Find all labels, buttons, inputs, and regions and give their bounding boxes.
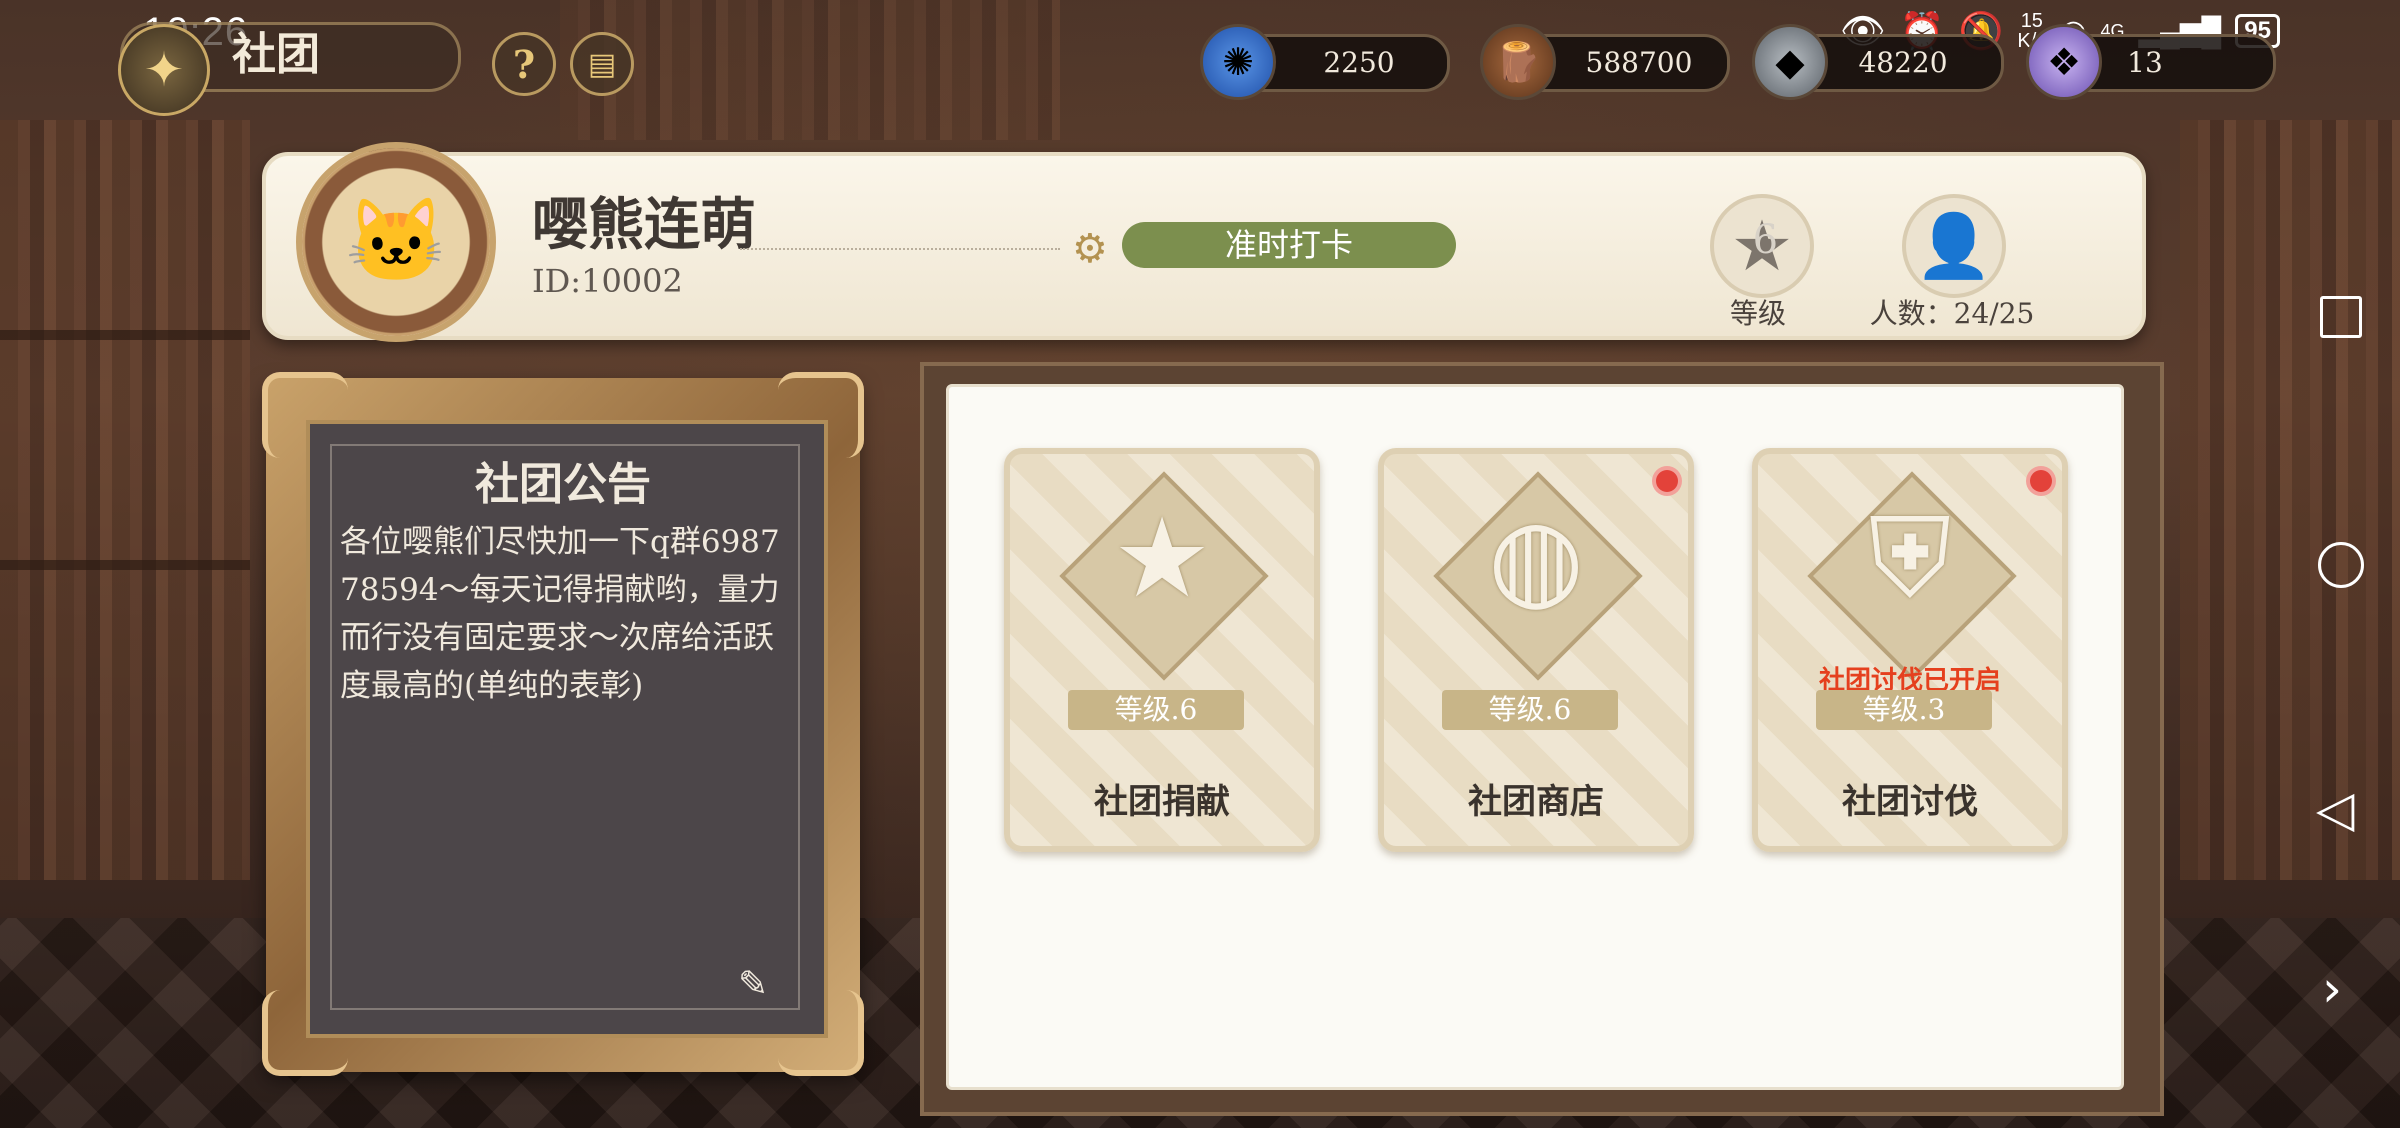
shelf-divider [0, 330, 250, 340]
card-level-tag: 等级.3 [1816, 690, 1992, 730]
bookshelf-top [560, 0, 1060, 140]
person-icon: 👤 [1915, 209, 1993, 282]
announcement-text: 各位嘤熊们尽快加一下q群698778594～每天记得捐献哟，量力而行没有固定要求… [340, 524, 780, 704]
wood-log-icon: 🪵 [1480, 24, 1556, 100]
help-button[interactable]: ? [492, 32, 556, 96]
cat-avatar-icon: 🐱 [344, 194, 448, 289]
checkin-button[interactable]: 准时打卡 [1122, 222, 1456, 268]
crystal-icon: ❖ [2026, 24, 2102, 100]
card-title: 社团捐献 [1094, 782, 1230, 822]
notification-dot [2030, 470, 2052, 492]
dotted-divider [740, 248, 1060, 250]
card-shop[interactable]: ◍ 等级.6 社团商店 [1378, 448, 1694, 852]
members-button[interactable]: 👤 [1902, 194, 2006, 298]
club-id: ID:10002 [532, 262, 683, 300]
club-name: 嘤熊连萌 [532, 192, 756, 258]
help-icon: ? [512, 41, 536, 87]
club-level-label: 等级 [1729, 297, 1786, 330]
bookshelf-left [0, 120, 250, 880]
members-count: 人数：24/25 [1869, 297, 2035, 330]
edit-icon[interactable]: ✎ [738, 964, 778, 1005]
iron-ore-icon: ◆ [1752, 24, 1828, 100]
star-trophy-icon: ★ [1112, 494, 1212, 622]
club-emblem-icon[interactable]: ✦ [118, 24, 210, 116]
card-title: 社团商店 [1468, 782, 1604, 822]
notes-button[interactable]: ▤ [570, 32, 634, 96]
card-title: 社团讨伐 [1842, 782, 1978, 822]
blue-gem-icon: ✺ [1200, 24, 1276, 100]
home-icon[interactable] [2318, 542, 2364, 588]
back-icon[interactable]: ◁ [2316, 780, 2354, 838]
net-speed-value: 15 [2020, 10, 2043, 32]
card-raid[interactable]: ⛨ 社团讨伐已开启 等级.3 社团讨伐 [1752, 448, 2068, 852]
card-donate[interactable]: ★ 等级.6 社团捐献 [1004, 448, 1320, 852]
gear-icon[interactable]: ⚙ [1072, 226, 1108, 272]
card-level-tag: 等级.6 [1442, 690, 1618, 730]
club-level-badge[interactable]: ★ 6 [1710, 194, 1814, 298]
bookshelf-right [2180, 120, 2400, 880]
coin-bag-icon: ◍ [1488, 494, 1584, 622]
club-level-value: 6 [1752, 217, 1779, 263]
notification-dot [1656, 470, 1678, 492]
shield-sword-icon: ⛨ [1868, 494, 1952, 622]
card-level-tag: 等级.6 [1068, 690, 1244, 730]
notes-icon: ▤ [587, 46, 617, 82]
star-level-icon: ★ 6 [1730, 205, 1794, 287]
recent-apps-icon[interactable] [2320, 296, 2362, 338]
shelf-divider [0, 560, 250, 570]
chevron-right-icon[interactable]: › [2322, 960, 2342, 1018]
page-title: 社团 [232, 29, 320, 80]
announcement-title: 社团公告 [475, 459, 651, 510]
